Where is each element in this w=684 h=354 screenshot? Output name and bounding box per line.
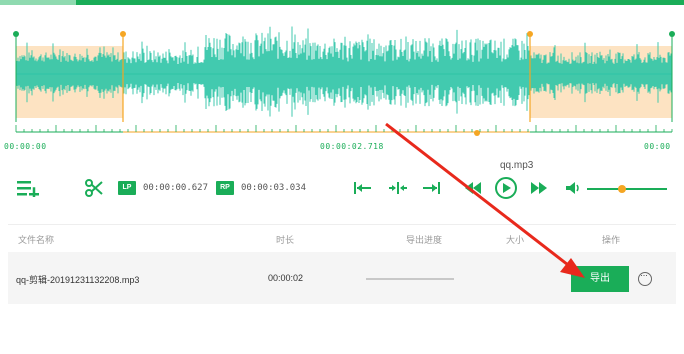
header-action: 操作 [602, 235, 621, 245]
header-export-progress: 导出进度 [406, 235, 443, 245]
row-export-progress-bar [366, 278, 454, 280]
playhead-knob [474, 130, 480, 136]
timeline-start-label: 00:00:00 [4, 142, 47, 151]
export-button[interactable]: 导出 [571, 266, 629, 292]
table-row: qq-剪辑-20191231132208.mp3 00:00:02 导出 [8, 252, 676, 304]
play-icon[interactable] [494, 176, 518, 200]
volume-slider-track[interactable] [587, 188, 667, 190]
fast-forward-icon[interactable] [530, 179, 548, 197]
right-marker-handle [527, 31, 533, 37]
lp-badge: LP [118, 181, 136, 195]
center-icon[interactable] [388, 178, 408, 198]
start-edge-handle [13, 31, 19, 37]
left-marker-handle [120, 31, 126, 37]
top-accent-bar [0, 0, 684, 5]
top-tab-indicator [0, 0, 76, 5]
header-size: 大小 [506, 235, 525, 245]
timeline-end-label: 00:00 [644, 142, 671, 151]
waveform-canvas[interactable] [0, 6, 684, 156]
more-icon[interactable] [638, 270, 652, 286]
go-to-end-icon[interactable] [421, 178, 441, 198]
go-to-start-icon[interactable] [353, 178, 373, 198]
waveform-editor[interactable] [0, 6, 684, 156]
header-duration: 时长 [276, 235, 295, 245]
add-list-icon[interactable] [16, 178, 40, 198]
header-file-name: 文件名称 [18, 235, 55, 245]
rewind-icon[interactable] [464, 179, 482, 197]
scissors-icon[interactable] [84, 178, 104, 198]
rp-time: 00:00:03.034 [241, 183, 307, 193]
row-duration: 00:00:02 [268, 273, 304, 283]
editor-toolbar: LP 00:00:00.627 RP 00:00:03.034 [0, 172, 684, 204]
current-file-title: qq.mp3 [500, 160, 534, 171]
volume-icon[interactable] [565, 180, 581, 196]
end-edge-handle [669, 31, 675, 37]
volume-slider-handle[interactable] [618, 185, 627, 193]
lp-time: 00:00:00.627 [143, 183, 209, 193]
timeline-cursor-label: 00:00:02.718 [320, 142, 384, 151]
rp-badge: RP [216, 181, 234, 195]
row-file-name: qq-剪辑-20191231132208.mp3 [16, 275, 140, 285]
file-table-header: 文件名称 时长 导出进度 大小 操作 [8, 224, 676, 250]
